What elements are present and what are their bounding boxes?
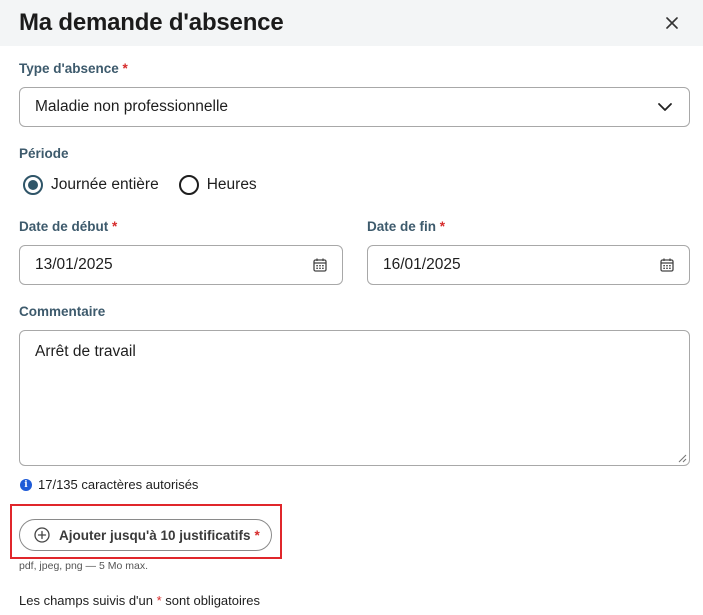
footnote-after: sont obligatoires [161,593,260,608]
add-attachments-button[interactable]: Ajouter jusqu'à 10 justificatifs * [19,519,272,551]
calendar-icon[interactable] [313,258,327,272]
attachments-hint: pdf, jpeg, png — 5 Mo max. [19,560,148,572]
required-marker: * [112,219,118,234]
period-radio-group: Journée entière Heures [23,175,277,195]
chevron-down-icon [658,103,672,111]
footnote-before: Les champs suivis d'un [19,593,157,608]
comment-label: Commentaire [19,304,106,319]
absence-type-label-text: Type d'absence [19,61,119,76]
dialog-title: Ma demande d'absence [19,9,284,36]
end-date-value: 16/01/2025 [383,256,461,273]
comment-textarea[interactable]: Arrêt de travail [19,330,690,466]
char-counter-text: 17/135 caractères autorisés [38,477,199,492]
absence-type-label: Type d'absence * [19,61,128,76]
info-icon: i [20,478,32,491]
required-marker: * [122,61,128,76]
add-attachments-label: Ajouter jusqu'à 10 justificatifs [59,527,251,543]
end-date-label-text: Date de fin [367,219,437,234]
required-marker: * [254,527,260,543]
close-button[interactable] [661,12,683,34]
close-icon [666,17,678,29]
start-date-label-text: Date de début [19,219,109,234]
radio-full-day-indicator[interactable] [23,175,43,195]
calendar-icon[interactable] [660,258,674,272]
period-label: Période [19,146,69,161]
char-counter: i 17/135 caractères autorisés [20,477,198,492]
dialog-header: Ma demande d'absence [0,0,703,46]
absence-type-value: Maladie non professionnelle [35,98,229,115]
plus-circle-icon [34,527,50,543]
absence-type-select[interactable]: Maladie non professionnelle [19,87,690,127]
required-marker: * [439,219,446,234]
start-date-label: Date de début * [19,219,117,234]
start-date-input[interactable]: 13/01/2025 [19,245,343,285]
radio-hours-indicator[interactable] [178,175,199,195]
end-date-input[interactable]: 16/01/2025 [367,245,690,285]
start-date-value: 13/01/2025 [35,256,113,273]
radio-full-day-label: Journée entière [51,176,159,193]
radio-hours[interactable]: Heures [178,175,257,195]
end-date-label: Date de fin * [367,219,445,234]
required-footnote: Les champs suivis d'un * sont obligatoir… [19,593,260,608]
comment-value: Arrêt de travail [35,343,136,360]
radio-full-day[interactable]: Journée entière [23,175,159,195]
resize-handle-icon[interactable] [678,454,687,463]
radio-hours-label: Heures [206,176,257,193]
